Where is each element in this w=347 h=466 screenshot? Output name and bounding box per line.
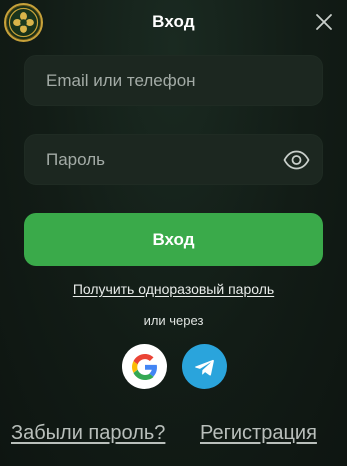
register-link[interactable]: Регистрация — [200, 422, 317, 445]
show-password-toggle[interactable] — [283, 148, 310, 172]
password-field-container — [24, 134, 323, 185]
password-input[interactable] — [25, 135, 322, 184]
login-input[interactable] — [25, 56, 322, 105]
google-icon — [131, 353, 157, 380]
dialog-title: Вход — [152, 12, 195, 31]
one-time-password-link[interactable]: Получить одноразовый пароль — [0, 281, 347, 297]
google-login-button[interactable] — [122, 344, 167, 389]
eye-icon — [283, 150, 310, 170]
login-button[interactable]: Вход — [24, 213, 323, 266]
or-via-label: или через — [143, 313, 204, 328]
telegram-login-button[interactable] — [182, 344, 227, 389]
login-field-container — [24, 55, 323, 106]
close-button[interactable] — [315, 13, 333, 31]
close-icon — [316, 14, 332, 30]
dialog-header: Вход — [0, 0, 347, 44]
telegram-icon — [194, 359, 214, 376]
forgot-password-link[interactable]: Забыли пароль? — [11, 422, 165, 445]
